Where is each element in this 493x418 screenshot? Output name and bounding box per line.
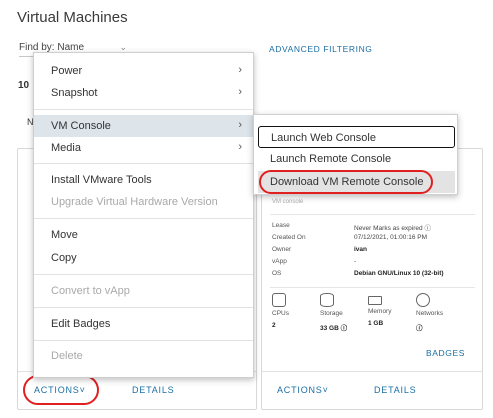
- menu-divider: [34, 218, 253, 219]
- resource-value: ⓘ: [416, 325, 423, 332]
- vm-properties: Lease Never Marks as expired ⓘ Created On…: [272, 222, 472, 282]
- highlight-annotation-download: [259, 170, 433, 194]
- page-title: Virtual Machines: [17, 9, 128, 26]
- property-key: OS: [272, 270, 282, 277]
- resource-label: Storage: [320, 310, 343, 317]
- menu-divider: [34, 163, 253, 164]
- submenu-item-label: Launch Remote Console: [270, 153, 392, 165]
- resource-label: Networks: [416, 310, 444, 317]
- vm-resources: CPUs 2 Storage 33 GB ⓘ Memory 1 GB Netwo…: [272, 293, 472, 338]
- network-icon: [416, 293, 430, 307]
- menu-item-label: Upgrade Virtual Hardware Version: [51, 196, 218, 208]
- resource-value: 1 GB: [368, 320, 384, 327]
- menu-item-install-vmware-tools[interactable]: Install VMware Tools: [34, 169, 253, 191]
- chevron-right-icon: ›: [238, 86, 242, 98]
- menu-item-label: Convert to vApp: [51, 285, 130, 297]
- resource-cpus: CPUs 2: [272, 293, 316, 329]
- menu-item-snapshot[interactable]: Snapshot ›: [34, 82, 253, 104]
- highlight-annotation-actions: [23, 375, 99, 405]
- property-key: vApp: [272, 258, 287, 265]
- menu-item-media[interactable]: Media ›: [34, 137, 253, 159]
- cpu-icon: [272, 293, 286, 307]
- menu-item-copy[interactable]: Copy: [34, 247, 253, 269]
- property-key: Created On: [272, 234, 306, 241]
- property-key: Owner: [272, 246, 292, 253]
- menu-item-label: Media: [51, 142, 81, 154]
- resource-memory: Memory 1 GB: [368, 293, 412, 327]
- chevron-right-icon: ›: [238, 119, 242, 131]
- menu-item-convert-to-vapp: Convert to vApp: [34, 280, 253, 302]
- property-row: Lease Never Marks as expired ⓘ: [272, 222, 472, 234]
- property-row: vApp -: [272, 258, 472, 270]
- vm-subtitle: VM console: [272, 199, 304, 205]
- property-value: Never Marks as expired ⓘ: [354, 225, 431, 232]
- menu-item-label: Power: [51, 65, 83, 77]
- actions-label: ACTIONS: [277, 385, 323, 395]
- menu-divider: [34, 274, 253, 275]
- menu-item-label: Install VMware Tools: [51, 174, 152, 186]
- submenu-item-launch-remote-console[interactable]: Launch Remote Console: [258, 148, 455, 170]
- menu-item-label: Move: [51, 229, 78, 241]
- menu-item-edit-badges[interactable]: Edit Badges: [34, 313, 253, 335]
- submenu-item-launch-web-console[interactable]: Launch Web Console: [258, 126, 455, 148]
- storage-icon: [320, 293, 334, 307]
- property-value: Debian GNU/Linux 10 (32-bit): [354, 270, 444, 277]
- resource-value: 2: [272, 322, 276, 329]
- menu-divider: [34, 307, 253, 308]
- menu-item-upgrade-virtual-hardware: Upgrade Virtual Hardware Version: [34, 191, 253, 213]
- menu-item-label: Snapshot: [51, 87, 98, 99]
- resource-label: Memory: [368, 308, 392, 315]
- card-footer: ACTIONS˅ DETAILS: [262, 371, 482, 409]
- property-value: ivan: [354, 246, 368, 253]
- property-row: Owner ivan: [272, 246, 472, 258]
- resource-networks: Networks ⓘ: [416, 293, 460, 332]
- advanced-filtering-link[interactable]: ADVANCED FILTERING: [269, 44, 373, 54]
- memory-icon: [368, 296, 382, 305]
- submenu-item-label: Launch Web Console: [271, 132, 376, 144]
- property-value: -: [354, 258, 357, 265]
- chevron-down-icon: ˅: [322, 385, 329, 395]
- details-link[interactable]: DETAILS: [132, 385, 174, 395]
- menu-item-label: Delete: [51, 350, 83, 362]
- property-row: OS Debian GNU/Linux 10 (32-bit): [272, 270, 472, 282]
- resource-label: CPUs: [272, 310, 289, 317]
- property-key: Lease: [272, 222, 290, 229]
- menu-divider: [34, 109, 253, 110]
- menu-item-label: Edit Badges: [51, 318, 111, 330]
- menu-item-vm-console[interactable]: VM Console ›: [34, 115, 253, 137]
- menu-item-power[interactable]: Power ›: [34, 60, 253, 82]
- divider: [270, 214, 475, 215]
- resource-value: 33 GB ⓘ: [320, 325, 348, 332]
- property-value: 07/12/2021, 01:00:16 PM: [354, 234, 428, 241]
- menu-item-label: Copy: [51, 252, 77, 264]
- badges-link[interactable]: BADGES: [426, 348, 465, 358]
- vm-count: 10: [18, 80, 30, 91]
- menu-divider: [34, 340, 253, 341]
- actions-context-menu: Power › Snapshot › VM Console › Media › Inst…: [33, 52, 254, 378]
- menu-item-label: VM Console: [51, 120, 111, 132]
- menu-item-delete: Delete: [34, 345, 253, 367]
- chevron-right-icon: ›: [238, 64, 242, 76]
- divider: [270, 287, 475, 288]
- chevron-right-icon: ›: [238, 141, 242, 153]
- resource-storage: Storage 33 GB ⓘ: [320, 293, 364, 332]
- property-row: Created On 07/12/2021, 01:00:16 PM: [272, 234, 472, 246]
- actions-button[interactable]: ACTIONS˅: [277, 385, 329, 395]
- menu-item-move[interactable]: Move: [34, 224, 253, 246]
- details-link[interactable]: DETAILS: [374, 385, 416, 395]
